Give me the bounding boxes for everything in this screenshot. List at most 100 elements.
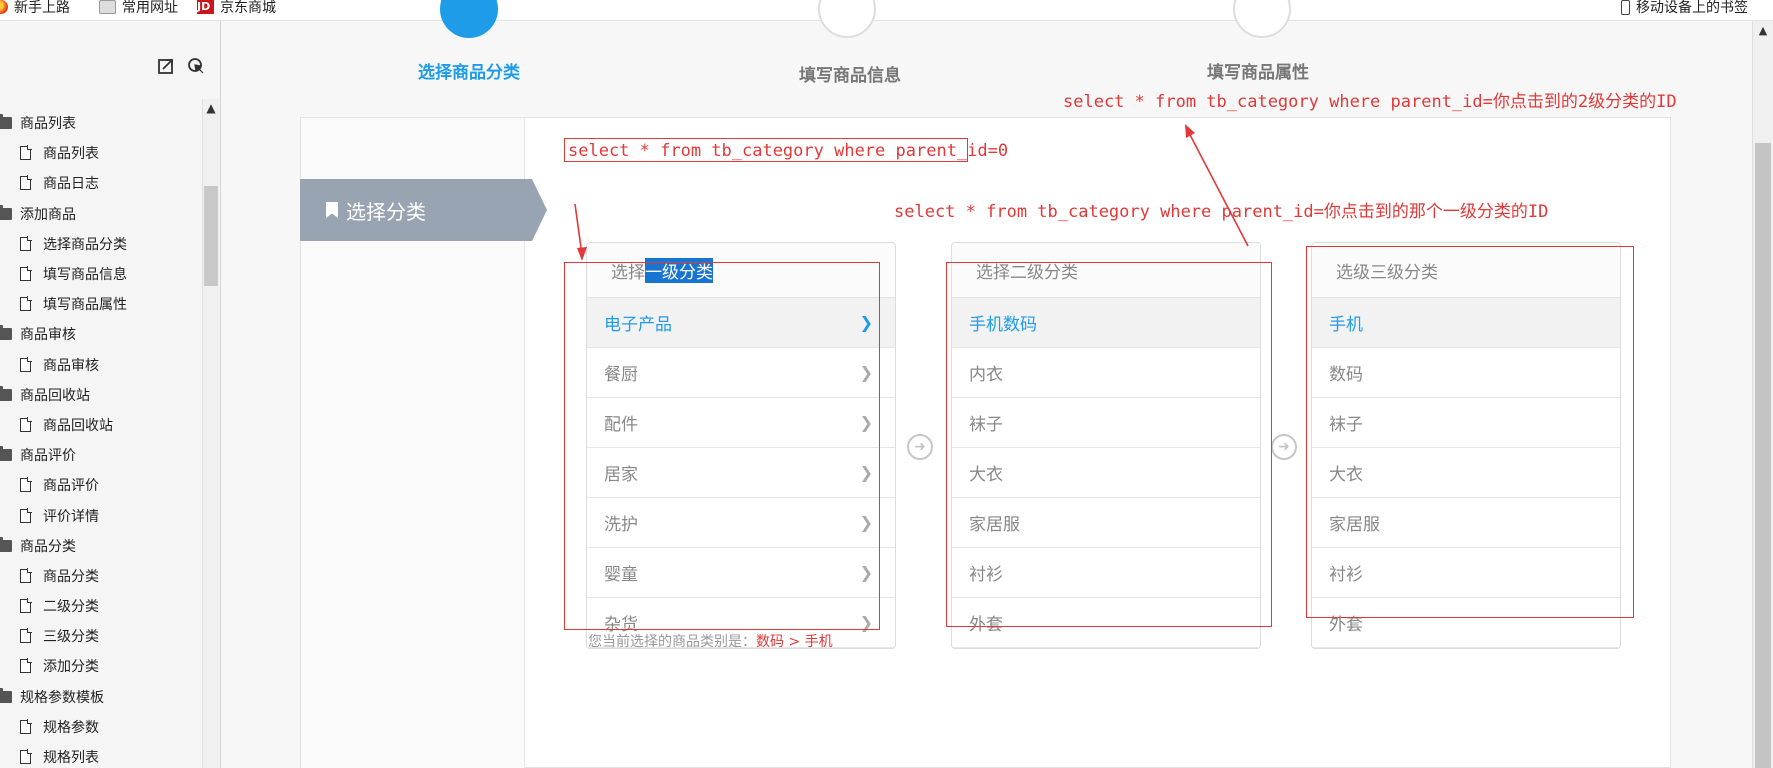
category-item-label: 大衣 bbox=[969, 465, 1003, 485]
category-item[interactable]: 大衣 bbox=[952, 448, 1260, 498]
mobile-bookmarks[interactable]: 移动设备上的书签 bbox=[1621, 0, 1748, 16]
scroll-up-icon[interactable]: ▲ bbox=[203, 99, 219, 117]
category-item[interactable]: 外套 bbox=[1312, 598, 1620, 648]
sidebar-item-label: 三级分类 bbox=[43, 629, 99, 646]
category-item[interactable]: 婴童 ❯ bbox=[587, 548, 895, 598]
category-item-label: 袜子 bbox=[969, 415, 1003, 435]
category-item[interactable]: 电子产品 ❯ bbox=[587, 298, 895, 348]
tab-select-category[interactable]: 选择分类 bbox=[300, 179, 547, 241]
sidebar-item-label: 填写商品信息 bbox=[43, 267, 127, 284]
arrow-right-icon: ➜ bbox=[1271, 434, 1297, 460]
sidebar-item[interactable]: 商品日志 bbox=[0, 168, 205, 198]
category-item-label: 袜子 bbox=[1329, 415, 1363, 435]
sidebar-item-label: 商品分类 bbox=[43, 568, 99, 585]
column-header-text: 选择二级分类 bbox=[976, 262, 1078, 283]
sidebar-item[interactable]: 填写商品信息 bbox=[0, 259, 205, 289]
sidebar-item[interactable]: 商品列表 bbox=[0, 138, 205, 168]
category-column-level1: 选择 一级分类 电子产品 ❯ 餐厨 ❯ 配件 ❯ 居家 ❯ 洗护 ❯ 婴童 ❯ 杂货 ❯ bbox=[586, 242, 896, 649]
category-item-label: 外套 bbox=[1329, 615, 1363, 635]
category-item[interactable]: 配件 ❯ bbox=[587, 398, 895, 448]
sidebar-item-label: 商品日志 bbox=[43, 176, 99, 193]
tab-label: 选择分类 bbox=[346, 199, 426, 224]
step-label-3[interactable]: 填写商品属性 bbox=[1206, 58, 1310, 83]
sidebar-scrollbar[interactable]: ▲ bbox=[202, 99, 219, 768]
bookmark-label: 新手上路 bbox=[14, 0, 70, 16]
step-circle-3 bbox=[1233, 0, 1291, 38]
chevron-right-icon: ❯ bbox=[859, 313, 873, 332]
locate-icon[interactable] bbox=[186, 56, 206, 76]
sidebar-group[interactable]: 商品审核 bbox=[0, 319, 205, 349]
sidebar-item-label: 规格参数 bbox=[43, 719, 99, 736]
sidebar-item[interactable]: 三级分类 bbox=[0, 621, 205, 651]
category-item-label: 大衣 bbox=[1329, 465, 1363, 485]
sidebar-item[interactable]: 二级分类 bbox=[0, 591, 205, 621]
folder-icon bbox=[0, 325, 12, 341]
category-item-label: 洗护 bbox=[604, 515, 638, 535]
category-item-label: 衬衫 bbox=[1329, 565, 1363, 585]
annotation-sql-level2: select * from tb_category where parent_i… bbox=[894, 202, 1549, 222]
category-item-label: 手机数码 bbox=[969, 315, 1037, 335]
sidebar-item[interactable]: 规格参数 bbox=[0, 712, 205, 742]
sidebar: 商品列表 商品列表 商品日志 添加商品 选择商品分类 填写商品信息 填写商品属性 商品审核 商品… bbox=[0, 21, 221, 768]
category-column-level2: 选择二级分类手机数码内衣袜子大衣家居服 衬衫 外套 bbox=[951, 242, 1261, 649]
bookmark-item[interactable]: JD 京东商城 bbox=[197, 0, 276, 16]
sidebar-group[interactable]: 商品分类 bbox=[0, 531, 205, 561]
category-item-label: 居家 bbox=[604, 465, 638, 485]
bookmark-icon bbox=[326, 202, 338, 218]
sidebar-group[interactable]: 商品回收站 bbox=[0, 380, 205, 410]
sidebar-item[interactable]: 商品回收站 bbox=[0, 410, 205, 440]
category-item[interactable]: 衬衫 bbox=[952, 548, 1260, 598]
category-item[interactable]: 餐厨 ❯ bbox=[587, 348, 895, 398]
main-scrollbar[interactable]: ▲ bbox=[1752, 21, 1773, 768]
category-item-label: 内衣 bbox=[969, 365, 1003, 385]
sidebar-item[interactable]: 评价详情 bbox=[0, 500, 205, 530]
main-content: 选择商品分类 填写商品信息 填写商品属性 选择分类 选择 一级分类 电子产品 ❯ 餐厨 ❯… bbox=[222, 0, 1752, 768]
file-icon bbox=[20, 598, 32, 614]
sidebar-group[interactable]: 规格参数模板 bbox=[0, 682, 205, 712]
folder-icon bbox=[0, 204, 12, 220]
category-item[interactable]: 袜子 bbox=[952, 398, 1260, 448]
scrollbar-thumb[interactable] bbox=[1755, 143, 1771, 768]
category-item[interactable]: 大衣 bbox=[1312, 448, 1620, 498]
file-icon bbox=[20, 356, 32, 372]
sidebar-item[interactable]: 商品分类 bbox=[0, 561, 205, 591]
sidebar-item[interactable]: 填写商品属性 bbox=[0, 289, 205, 319]
sidebar-group[interactable]: 商品评价 bbox=[0, 440, 205, 470]
export-icon[interactable] bbox=[156, 56, 176, 76]
category-item[interactable]: 手机 bbox=[1312, 298, 1620, 348]
column-header: 选级三级分类 bbox=[1312, 243, 1620, 298]
chevron-right-icon: ❯ bbox=[859, 513, 873, 532]
sidebar-item-label: 填写商品属性 bbox=[43, 297, 127, 314]
category-item[interactable]: 家居服 bbox=[1312, 498, 1620, 548]
category-item[interactable]: 数码 bbox=[1312, 348, 1620, 398]
file-icon bbox=[20, 749, 32, 765]
category-item[interactable]: 手机数码 bbox=[952, 298, 1260, 348]
scrollbar-thumb[interactable] bbox=[204, 186, 218, 286]
file-icon bbox=[20, 175, 32, 191]
step-label-1[interactable]: 选择商品分类 bbox=[417, 58, 521, 83]
sidebar-group[interactable]: 添加商品 bbox=[0, 199, 205, 229]
category-item[interactable]: 内衣 bbox=[952, 348, 1260, 398]
current-selection-prefix: 您当前选择的商品类别是： bbox=[588, 634, 756, 650]
sidebar-item[interactable]: 添加分类 bbox=[0, 651, 205, 681]
column-header-highlight: 一级分类 bbox=[645, 257, 713, 283]
sidebar-item-label: 商品列表 bbox=[20, 116, 76, 133]
category-item[interactable]: 衬衫 bbox=[1312, 548, 1620, 598]
category-item[interactable]: 外套 bbox=[952, 598, 1260, 648]
sidebar-item[interactable]: 选择商品分类 bbox=[0, 229, 205, 259]
sidebar-item[interactable]: 规格列表 bbox=[0, 742, 205, 768]
scroll-up-icon[interactable]: ▲ bbox=[1753, 21, 1773, 39]
category-item-label: 数码 bbox=[1329, 365, 1363, 385]
sidebar-item-label: 添加商品 bbox=[20, 206, 76, 223]
sidebar-group[interactable]: 商品列表 bbox=[0, 108, 205, 138]
category-item[interactable]: 袜子 bbox=[1312, 398, 1620, 448]
category-item[interactable]: 居家 ❯ bbox=[587, 448, 895, 498]
step-label-2[interactable]: 填写商品信息 bbox=[798, 61, 902, 86]
category-item[interactable]: 洗护 ❯ bbox=[587, 498, 895, 548]
sidebar-item[interactable]: 商品评价 bbox=[0, 470, 205, 500]
sidebar-tree: 商品列表 商品列表 商品日志 添加商品 选择商品分类 填写商品信息 填写商品属性 商品审核 商品… bbox=[0, 108, 205, 768]
category-item[interactable]: 家居服 bbox=[952, 498, 1260, 548]
bookmark-item[interactable]: 常用网址 bbox=[99, 0, 178, 16]
sidebar-item[interactable]: 商品审核 bbox=[0, 350, 205, 380]
bookmark-item[interactable]: 新手上路 bbox=[0, 0, 70, 16]
